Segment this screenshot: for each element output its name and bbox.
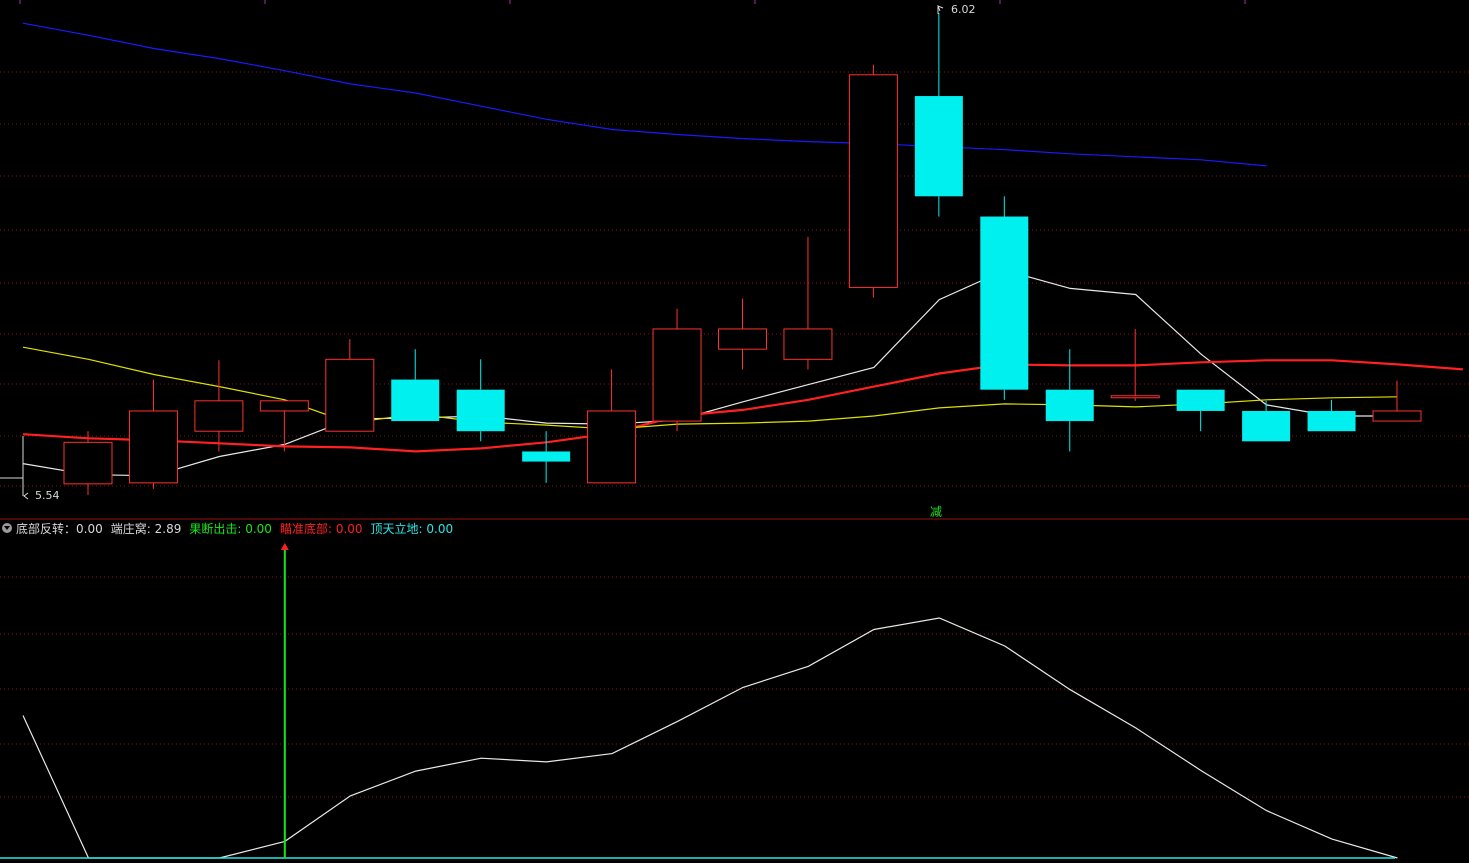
high-price-label: 6.02 bbox=[951, 3, 976, 16]
candle-body-up bbox=[259, 400, 309, 412]
candle-body-down bbox=[456, 389, 505, 432]
candle bbox=[587, 369, 637, 484]
high-marker-arrow bbox=[937, 5, 944, 12]
candle bbox=[914, 13, 963, 217]
candle-body-up bbox=[718, 328, 767, 350]
candle-body-down bbox=[1307, 410, 1356, 432]
candle bbox=[652, 308, 702, 432]
candle bbox=[718, 298, 767, 370]
candle bbox=[325, 339, 375, 432]
candle-body-up bbox=[1372, 410, 1422, 422]
candle-body-up bbox=[652, 328, 702, 422]
candle-body-down bbox=[914, 96, 963, 197]
collapse-icon[interactable] bbox=[2, 523, 12, 533]
candle bbox=[391, 349, 440, 422]
candle bbox=[783, 236, 833, 370]
stock-chart bbox=[0, 0, 1469, 859]
legend-item-bottom-reversal: 底部反转：0.00 bbox=[16, 521, 103, 536]
candle-body-down bbox=[1045, 389, 1094, 422]
candle-body-up bbox=[63, 441, 113, 485]
signal-arrow-red bbox=[280, 543, 289, 550]
candle bbox=[1242, 400, 1291, 442]
candle-body-up bbox=[848, 74, 898, 288]
low-marker-arrow bbox=[23, 492, 29, 500]
indicator-legend: 底部反转：0.00 端庄窝: 2.89 果断出击: 0.00 瞄准底部: 0.0… bbox=[0, 519, 461, 537]
candle-body-up bbox=[194, 400, 244, 432]
candle bbox=[63, 431, 113, 495]
candle-body-up bbox=[128, 410, 178, 484]
ma-line-MA-white bbox=[22, 269, 1398, 477]
indicator-panel bbox=[0, 543, 1398, 859]
candle bbox=[1372, 380, 1422, 422]
low-price-label: 5.54 bbox=[35, 489, 60, 502]
candle bbox=[128, 379, 178, 489]
candle bbox=[1307, 399, 1356, 432]
candle-body-up bbox=[783, 328, 833, 360]
candle bbox=[848, 64, 898, 298]
candle bbox=[259, 400, 309, 452]
candle-body-down bbox=[1242, 410, 1291, 442]
candle-body-down bbox=[1176, 389, 1225, 411]
candle bbox=[194, 360, 244, 452]
candle-body-down bbox=[522, 451, 571, 462]
candle-body-down bbox=[980, 216, 1029, 390]
candle-body-up bbox=[587, 410, 637, 484]
legend-item-top-sky: 顶天立地: 0.00 bbox=[370, 521, 454, 536]
candle bbox=[1176, 389, 1225, 432]
grid-lines bbox=[0, 0, 1469, 798]
legend-item-decisive-strike: 果断出击: 0.00 bbox=[189, 521, 272, 536]
candle-body-up bbox=[1110, 395, 1160, 399]
candle-body-up bbox=[325, 358, 375, 432]
legend-item-aim-bottom: 瞄准底部: 0.00 bbox=[279, 521, 363, 536]
legend-item-duanzhuangwo: 端庄窝: 2.89 bbox=[110, 521, 182, 536]
candle bbox=[980, 196, 1029, 400]
signal-label: 减 bbox=[930, 505, 943, 519]
candle bbox=[456, 359, 505, 442]
indicator-line-duanzhuangwo bbox=[22, 617, 1398, 859]
candle-body-down bbox=[391, 379, 440, 422]
ma-line-MA-blue bbox=[22, 22, 1267, 167]
